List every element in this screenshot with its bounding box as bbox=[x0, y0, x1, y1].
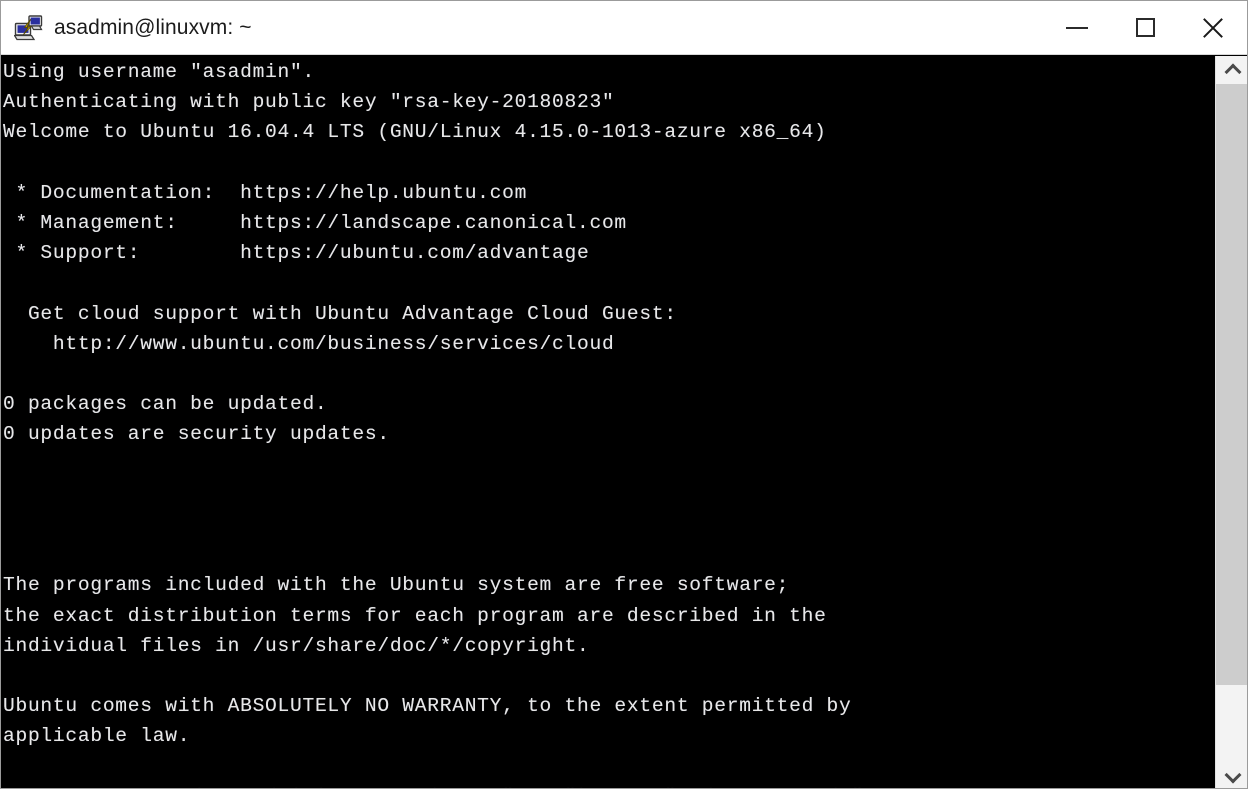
chevron-down-icon bbox=[1226, 769, 1238, 781]
maximize-icon bbox=[1135, 18, 1155, 37]
terminal-text: Using username "asadmin". Authenticating… bbox=[3, 61, 876, 788]
close-icon bbox=[1200, 15, 1226, 41]
close-button[interactable] bbox=[1179, 1, 1247, 54]
minimize-button[interactable] bbox=[1043, 1, 1111, 54]
window-title: asadmin@linuxvm: ~ bbox=[54, 15, 252, 39]
maximize-button[interactable] bbox=[1111, 1, 1179, 54]
scrollbar-up-button[interactable] bbox=[1216, 56, 1247, 84]
scrollbar-track[interactable] bbox=[1216, 84, 1247, 761]
scrollbar-down-button[interactable] bbox=[1216, 761, 1247, 788]
scrollbar-thumb[interactable] bbox=[1216, 84, 1247, 685]
minimize-icon bbox=[1066, 26, 1088, 29]
terminal-scrollbar[interactable] bbox=[1215, 56, 1247, 788]
putty-computer-icon bbox=[13, 13, 44, 43]
window-titlebar[interactable]: asadmin@linuxvm: ~ bbox=[1, 1, 1247, 55]
terminal-output-area[interactable]: Using username "asadmin". Authenticating… bbox=[1, 56, 1215, 788]
putty-terminal-window: asadmin@linuxvm: ~ Using username "asadm… bbox=[0, 0, 1248, 789]
chevron-up-icon bbox=[1226, 64, 1238, 76]
titlebar-spacer bbox=[252, 27, 1043, 28]
